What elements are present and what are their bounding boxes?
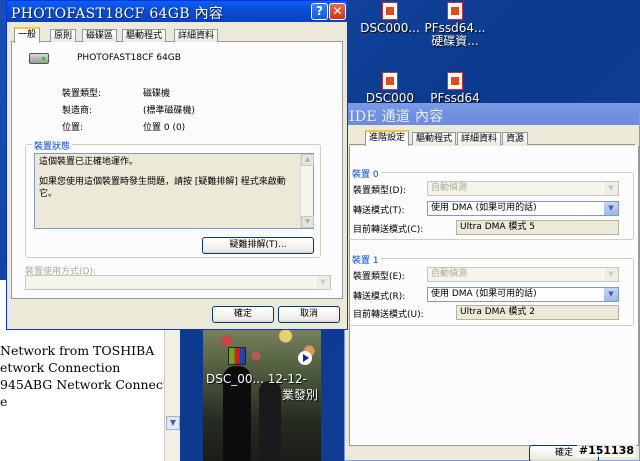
prop-value-type: 磁碟機 <box>143 89 171 99</box>
scroll-down-arrow-icon[interactable]: ▼ <box>166 416 180 430</box>
prop-value-manufacturer: (標準磁碟機) <box>143 106 196 116</box>
scroll-down-arrow-icon[interactable]: ▼ <box>301 216 314 228</box>
tab-strip: 一般 原則 磁碟區 驅動程式 詳細資料 <box>11 27 343 43</box>
window-title: IDE 通道 內容 <box>349 109 444 125</box>
tab-strip: 進階設定 驅動程式 詳細資料 資源 <box>349 130 635 146</box>
device-1-type-label: 裝置類型(E): <box>353 272 405 282</box>
device-usage-select: ▼ <box>25 275 331 290</box>
device-0-current-mode-label: 目前轉送模式(C): <box>353 225 424 235</box>
tab-driver[interactable]: 驅動程式 <box>412 132 457 145</box>
desktop-icon-label-2: 硬碟資... <box>431 34 479 48</box>
photo-caption-2: 業發別 <box>282 388 319 402</box>
prop-value-location: 位置 0 (0) <box>143 123 186 133</box>
title-bar[interactable]: IDE 通道 內容 <box>345 104 639 125</box>
tab-volumes[interactable]: 磁碟區 <box>82 29 118 42</box>
ok-button[interactable]: 確定 <box>212 306 274 323</box>
photo-person <box>259 381 281 461</box>
tab-policies[interactable]: 原則 <box>50 29 77 42</box>
chevron-down-icon[interactable]: ▼ <box>603 288 618 301</box>
status-line: 這個裝置已正確地運作。 <box>39 157 139 167</box>
tab-details[interactable]: 詳細資料 <box>174 29 219 42</box>
tab-advanced-settings[interactable]: 進階設定 <box>365 130 410 146</box>
chevron-down-icon: ▼ <box>603 182 618 195</box>
prop-label-manufacturer: 製造商: <box>62 106 93 116</box>
tab-driver[interactable]: 驅動程式 <box>122 29 167 42</box>
tab-resources[interactable]: 資源 <box>502 132 529 145</box>
device-status-text: 這個裝置已正確地運作。 如果您使用這個裝置時發生問題，請按 [疑難排解] 程式來… <box>34 153 314 229</box>
device-1-mode-select[interactable]: 使用 DMA (如果可用的話) ▼ <box>427 287 619 302</box>
troubleshoot-button[interactable]: 疑難排解(T)... <box>202 237 314 254</box>
device-0-mode-label: 轉送模式(T): <box>353 206 405 216</box>
title-bar[interactable]: PHOTOFAST18CF 64GB 內容 ? ✕ <box>7 1 347 22</box>
desktop-icon-pfssd-1[interactable]: PFssd64... 硬碟資... <box>410 2 500 48</box>
tab-general[interactable]: 一般 <box>14 27 41 43</box>
tab-panel: 裝置 0 裝置類型(D): 自動偵測 ▼ 轉送模式(T): 使用 DMA (如果可… <box>342 146 639 446</box>
chevron-down-icon: ▼ <box>315 276 330 289</box>
tab-panel: PHOTOFAST18CF 64GB 裝置類型: 磁碟機 製造商: (標準磁碟機… <box>11 42 343 299</box>
window-title: PHOTOFAST18CF 64GB 內容 <box>11 6 224 22</box>
device-1-title: 裝置 1 <box>350 253 381 266</box>
prop-label-type: 裝置類型: <box>62 89 102 99</box>
drive-icon <box>29 53 49 64</box>
device-0-title: 裝置 0 <box>350 167 381 180</box>
network-line: etwork Connection <box>0 360 121 375</box>
image-file-icon <box>382 72 398 90</box>
watermark: #151138 <box>576 444 636 457</box>
device-0-current-mode-value: Ultra DMA 模式 5 <box>456 220 619 235</box>
prop-label-location: 位置: <box>62 123 84 133</box>
status-scrollbar[interactable]: ▲ ▼ <box>300 154 314 228</box>
play-icon[interactable] <box>298 351 312 365</box>
device-1-current-mode-value: Ultra DMA 模式 2 <box>456 305 619 320</box>
network-line: 945ABG Network Connecti <box>0 377 172 392</box>
device-0-mode-select[interactable]: 使用 DMA (如果可用的話) ▼ <box>427 201 619 216</box>
photo-caption: DSC_00... 12-12- <box>206 372 307 386</box>
device-0-type-label: 裝置類型(D): <box>353 186 406 196</box>
close-button[interactable]: ✕ <box>329 3 346 20</box>
device-properties-dialog: PHOTOFAST18CF 64GB 內容 ? ✕ 一般 原則 磁碟區 驅動程式… <box>6 0 348 330</box>
scroll-up-arrow-icon[interactable]: ▲ <box>301 154 314 166</box>
tab-details[interactable]: 詳細資料 <box>457 132 502 145</box>
device-status-group: 裝置狀態 這個裝置已正確地運作。 如果您使用這個裝置時發生問題，請按 [疑難排解… <box>25 139 321 258</box>
archive-icon[interactable] <box>228 347 246 365</box>
chevron-down-icon: ▼ <box>603 268 618 281</box>
status-line: 如果您使用這個裝置時發生問題，請按 [疑難排解] 程式來啟動 <box>39 177 286 187</box>
chevron-down-icon[interactable]: ▼ <box>603 202 618 215</box>
cancel-button[interactable]: 取消 <box>278 306 340 323</box>
device-1-mode-label: 轉送模式(R): <box>353 292 406 302</box>
image-file-icon <box>447 2 463 20</box>
device-status-title: 裝置狀態 <box>32 139 73 152</box>
image-file-icon <box>382 2 398 20</box>
ide-channel-properties-dialog: IDE 通道 內容 進階設定 驅動程式 詳細資料 資源 裝置 0 裝置類型(D)… <box>342 103 640 461</box>
status-line: 它。 <box>39 189 58 199</box>
desktop-icon-pfssd-2[interactable]: PFssd64 <box>410 72 500 105</box>
device-1-current-mode-label: 目前轉送模式(U): <box>353 310 424 320</box>
desktop-icon-label: PFssd64... <box>424 21 486 35</box>
network-line: e <box>0 394 8 409</box>
device-1-type-select: 自動偵測 ▼ <box>427 267 619 282</box>
help-button[interactable]: ? <box>311 3 328 20</box>
close-icon: ✕ <box>332 4 343 18</box>
network-text-lines: Network from TOSHIBA etwork Connection 9… <box>0 342 172 410</box>
device-0-type-select: 自動偵測 ▼ <box>427 181 619 196</box>
network-line: Network from TOSHIBA <box>0 343 155 358</box>
image-file-icon <box>447 72 463 90</box>
device-name: PHOTOFAST18CF 64GB <box>77 53 181 63</box>
